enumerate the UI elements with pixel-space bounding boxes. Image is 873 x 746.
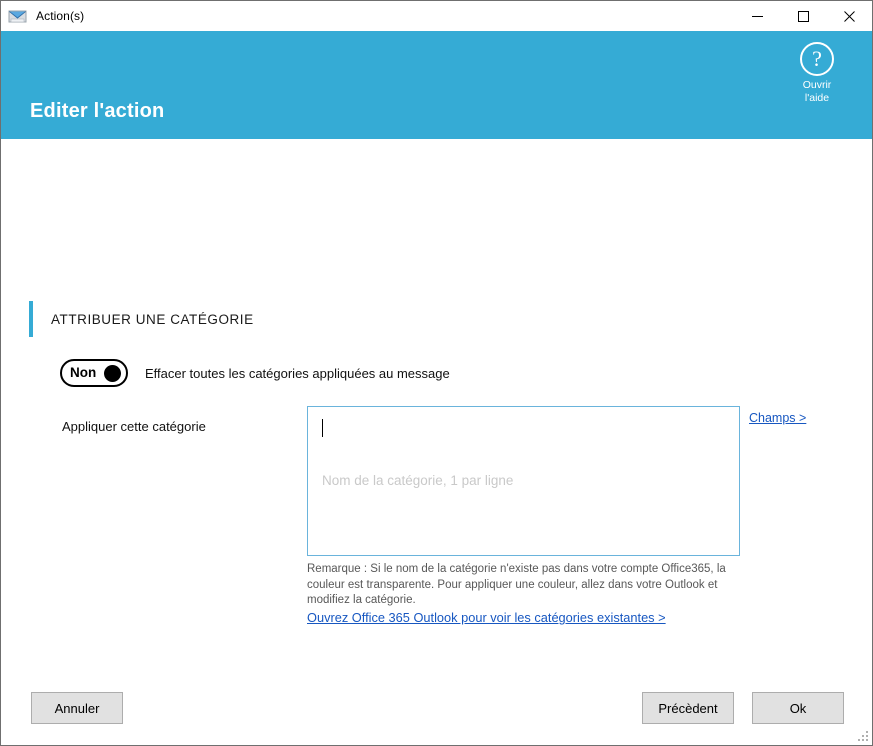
page-title: Editer l'action	[30, 100, 165, 122]
clear-categories-label: Effacer toutes les catégories appliquées…	[145, 365, 450, 381]
section-title: ATTRIBUER UNE CATÉGORIE	[51, 311, 254, 327]
open-help-button[interactable]: ? Ouvrir l'aide	[784, 42, 850, 105]
main-content: ATTRIBUER UNE CATÉGORIE Non Effacer tout…	[1, 139, 872, 706]
resize-grip-icon[interactable]	[856, 729, 869, 742]
minimize-button[interactable]	[734, 1, 780, 31]
category-name-input[interactable]: Nom de la catégorie, 1 par ligne	[307, 406, 740, 556]
help-label: Ouvrir l'aide	[784, 79, 850, 105]
category-name-placeholder: Nom de la catégorie, 1 par ligne	[322, 473, 514, 488]
remark-text: Remarque : Si le nom de la catégorie n'e…	[307, 563, 726, 606]
title-bar: Action(s)	[1, 1, 872, 31]
window-title: Action(s)	[36, 9, 85, 23]
section-header: ATTRIBUER UNE CATÉGORIE	[29, 301, 254, 337]
previous-button[interactable]: Précèdent	[642, 692, 734, 724]
clear-categories-toggle[interactable]: Non	[60, 359, 128, 387]
cancel-button[interactable]: Annuler	[31, 692, 123, 724]
window-controls	[734, 1, 872, 31]
help-label-line1: Ouvrir	[802, 79, 832, 91]
section-accent-bar	[29, 301, 33, 337]
clear-categories-row: Non Effacer toutes les catégories appliq…	[60, 359, 450, 387]
open-outlook-categories-link[interactable]: Ouvrez Office 365 Outlook pour voir les …	[307, 610, 666, 625]
question-mark-icon: ?	[800, 42, 834, 76]
help-label-line2: l'aide	[804, 92, 830, 104]
action-edit-window: Action(s) Editer l'action ? Ouvrir l'aid…	[0, 0, 873, 746]
champs-link[interactable]: Champs >	[749, 411, 806, 425]
close-button[interactable]	[826, 1, 872, 31]
ok-button[interactable]: Ok	[752, 692, 844, 724]
toggle-state-label: Non	[70, 365, 97, 381]
header-banner: Editer l'action ? Ouvrir l'aide	[1, 31, 872, 139]
text-caret	[322, 419, 323, 437]
maximize-button[interactable]	[780, 1, 826, 31]
apply-category-label: Appliquer cette catégorie	[62, 419, 206, 434]
toggle-knob	[104, 364, 121, 382]
mail-envelope-icon	[8, 8, 28, 24]
